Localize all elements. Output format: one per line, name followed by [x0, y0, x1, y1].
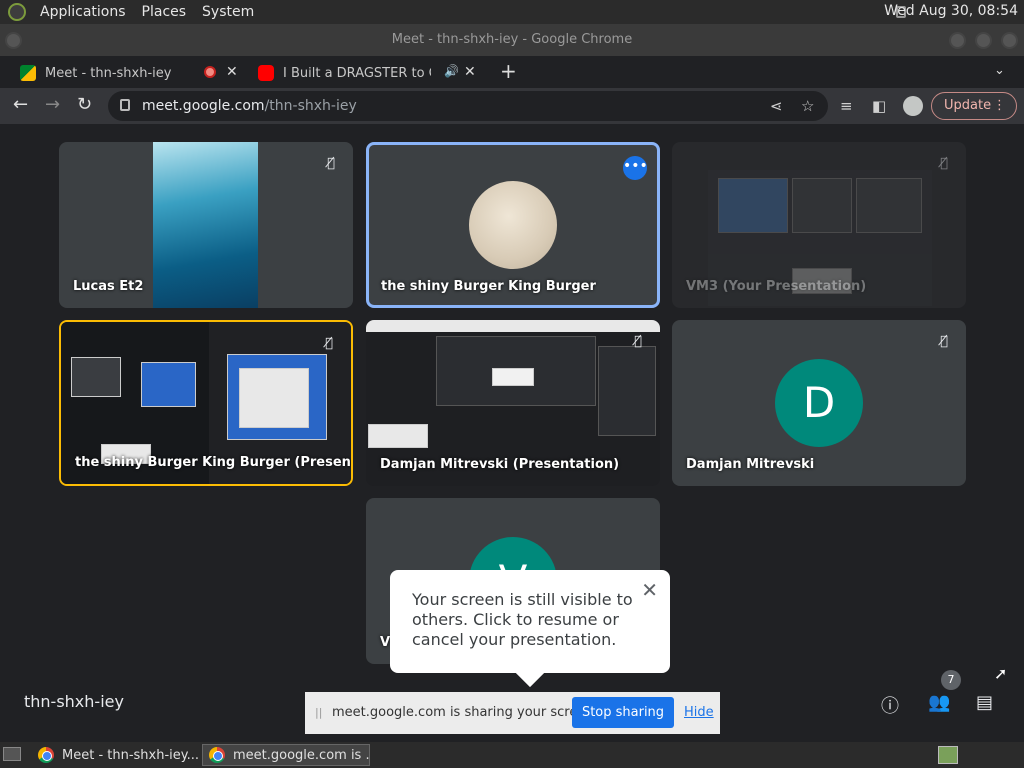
forward-button[interactable]: → [45, 94, 60, 115]
url-path: /thn-shxh-iey [264, 98, 357, 114]
people-icon[interactable]: 👥 [928, 692, 950, 713]
preview-window [598, 346, 656, 436]
participant-tile[interactable]: 🎙̸ Damjan Mitrevski (Presentation) [366, 320, 660, 486]
recording-icon [204, 66, 216, 78]
participant-tile[interactable]: 🎙̸ Lucas Et2 [59, 142, 353, 308]
taskbar-item-label: meet.google.com is ... [233, 747, 370, 763]
preview-window [141, 362, 196, 407]
workspace-switcher-icon[interactable] [938, 746, 958, 764]
media-control-icon[interactable]: ≡ [840, 97, 853, 115]
mic-off-icon: 🎙̸ [940, 156, 948, 171]
participant-tile[interactable]: 🎙̸ the shiny Burger King Burger (Presen.… [59, 320, 353, 486]
update-button[interactable]: Update ⋮ [931, 92, 1017, 120]
participant-avatar [469, 181, 557, 269]
gnome-logo-icon[interactable] [8, 3, 26, 21]
window-titlebar: Meet - thn-shxh-iey - Google Chrome [0, 24, 1024, 56]
mouse-cursor-icon: ➚ [994, 664, 1008, 683]
maximize-icon[interactable] [975, 32, 992, 49]
sharing-message: meet.google.com is sharing your screen. [332, 705, 598, 720]
menu-system[interactable]: System [194, 4, 262, 20]
tab-youtube[interactable]: I Built a DRAGSTER to Get 🔊 ✕ [258, 58, 483, 88]
close-popover-icon[interactable]: ✕ [641, 580, 658, 600]
lock-icon[interactable] [120, 99, 130, 111]
participant-tile[interactable]: D 🎙̸ Damjan Mitrevski [672, 320, 966, 486]
preview-window [71, 357, 121, 397]
minimize-icon[interactable] [949, 32, 966, 49]
preview-window [792, 178, 852, 233]
participant-avatar: D [775, 359, 863, 447]
participant-name: Damjan Mitrevski (Presentation) [380, 457, 620, 472]
participant-tile[interactable]: 🎙̸ VM3 (Your Presentation) [672, 142, 966, 308]
chrome-icon [209, 747, 225, 763]
preview-window [718, 178, 788, 233]
new-tab-button[interactable]: + [500, 59, 517, 83]
stop-sharing-button[interactable]: Stop sharing [572, 697, 674, 728]
tab-meet[interactable]: Meet - thn-shxh-iey ✕ [20, 58, 245, 88]
youtube-favicon-icon [258, 65, 274, 81]
close-tab-icon[interactable]: ✕ [226, 64, 238, 80]
participant-name: Lucas Et2 [73, 279, 144, 294]
back-button[interactable]: ← [13, 94, 28, 115]
profile-avatar-icon[interactable] [903, 96, 923, 116]
meeting-details-icon[interactable]: ⓘ [881, 692, 899, 718]
mic-off-icon: 🎙̸ [634, 334, 642, 349]
mic-off-icon: 🎙̸ [940, 334, 948, 349]
url-host: meet.google.com [142, 98, 265, 114]
screen-sharing-bar: || meet.google.com is sharing your scree… [305, 692, 720, 734]
share-icon[interactable]: ⋖ [770, 97, 783, 115]
participant-name: Damjan Mitrevski [686, 457, 815, 472]
menu-applications[interactable]: Applications [32, 4, 134, 20]
window-title: Meet - thn-shxh-iey - Google Chrome [391, 32, 633, 47]
taskbar-item[interactable]: Meet - thn-shxh-iey... [32, 744, 200, 766]
more-options-icon[interactable]: ••• [623, 156, 648, 180]
hide-link[interactable]: Hide [684, 705, 714, 720]
update-label: Update [944, 98, 992, 113]
menu-places[interactable]: Places [134, 4, 195, 20]
window-menu-icon[interactable] [5, 32, 22, 49]
chrome-icon [38, 747, 54, 763]
preview-window [856, 178, 922, 233]
meeting-code: thn-shxh-iey [24, 692, 124, 711]
participant-name: V [380, 635, 391, 650]
clock[interactable]: Wed Aug 30, 08:54 [884, 3, 1018, 19]
taskbar-item[interactable]: meet.google.com is ... [202, 744, 370, 766]
tab-title: Meet - thn-shxh-iey [45, 65, 172, 81]
participant-name: VM3 (Your Presentation) [686, 279, 867, 294]
kebab-menu-icon[interactable]: ⋮ [993, 93, 1006, 119]
browser-toolbar: ← → ↻ meet.google.com/thn-shxh-iey ⋖ ☆ ≡… [0, 88, 1024, 124]
drag-handle-icon[interactable]: || [315, 706, 322, 719]
presentation-popover[interactable]: Your screen is still visible to others. … [390, 570, 670, 688]
side-panel-icon[interactable]: ◧ [872, 97, 886, 115]
taskbar-item-label: Meet - thn-shxh-iey... [62, 747, 200, 763]
show-desktop-icon[interactable] [3, 747, 21, 761]
reload-button[interactable]: ↻ [77, 94, 92, 115]
people-count-badge: 7 [941, 670, 961, 690]
preview-window [239, 368, 309, 428]
preview-window [492, 368, 534, 386]
taskbar: Meet - thn-shxh-iey... meet.google.com i… [0, 742, 1024, 768]
participant-video [153, 142, 258, 308]
address-bar[interactable]: meet.google.com/thn-shxh-iey [108, 91, 828, 121]
audio-playing-icon[interactable]: 🔊 [444, 64, 459, 78]
bookmark-star-icon[interactable]: ☆ [801, 97, 814, 115]
close-window-icon[interactable] [1001, 32, 1018, 49]
participant-name: the shiny Burger King Burger (Presen... [75, 455, 353, 470]
preview-window [366, 320, 660, 332]
mic-off-icon: 🎙̸ [327, 156, 335, 171]
tab-search-icon[interactable]: ⌄ [994, 63, 1005, 78]
participant-tile[interactable]: ••• the shiny Burger King Burger [366, 142, 660, 308]
participant-name: the shiny Burger King Burger [381, 279, 596, 294]
popover-text: Your screen is still visible to others. … [412, 590, 633, 649]
preview-window [368, 424, 428, 448]
tab-title: I Built a DRAGSTER to Get [283, 65, 431, 81]
close-tab-icon[interactable]: ✕ [464, 64, 476, 80]
top-panel: Applications Places System Wed Aug 30, 0… [0, 0, 1024, 24]
mic-off-icon: 🎙̸ [325, 336, 333, 351]
chat-icon[interactable]: ▤ [976, 692, 993, 713]
meet-favicon-icon [20, 65, 36, 81]
tab-strip: Meet - thn-shxh-iey ✕ I Built a DRAGSTER… [0, 56, 1024, 88]
